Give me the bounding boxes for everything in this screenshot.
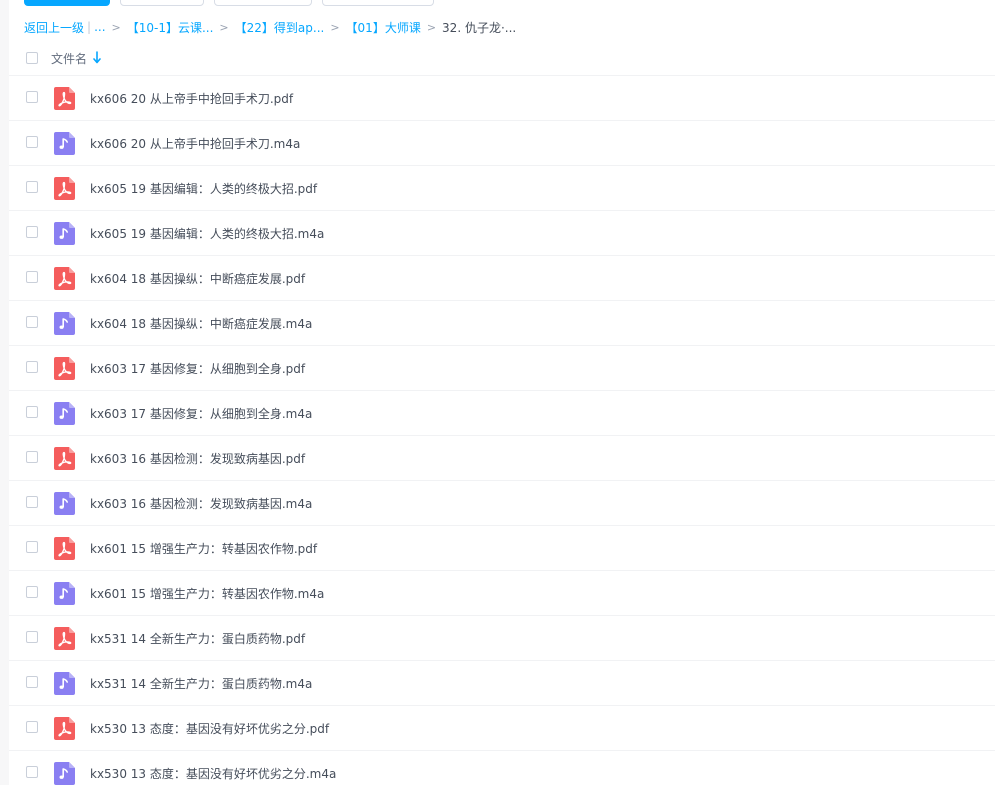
pdf-file-icon xyxy=(54,627,75,650)
breadcrumb-item-3[interactable]: 【01】大师课 xyxy=(346,19,421,36)
sort-arrow-down-icon[interactable] xyxy=(93,51,101,64)
file-row-checkbox[interactable] xyxy=(26,676,38,688)
breadcrumb-current: 32. 仇子龙·... xyxy=(442,20,517,35)
toolbar-button-2[interactable] xyxy=(120,0,204,6)
file-row[interactable]: kx531 14 全新生产力：蛋白质药物.pdf xyxy=(9,616,995,661)
file-list: kx606 20 从上帝手中抢回手术刀.pdf kx606 20 从上帝手中抢回… xyxy=(9,76,995,785)
breadcrumb-back-link[interactable]: 返回上一级 xyxy=(24,19,84,36)
file-row[interactable]: kx603 17 基因修复：从细胞到全身.pdf xyxy=(9,346,995,391)
file-name[interactable]: kx531 14 全新生产力：蛋白质药物.m4a xyxy=(90,675,312,692)
breadcrumb-item-2[interactable]: 【22】得到ap... xyxy=(235,19,325,36)
toolbar xyxy=(0,0,995,8)
file-row[interactable]: kx603 16 基因检测：发现致病基因.pdf xyxy=(9,436,995,481)
file-name[interactable]: kx603 16 基因检测：发现致病基因.pdf xyxy=(90,450,305,467)
file-row[interactable]: kx530 13 态度：基因没有好坏优劣之分.pdf xyxy=(9,706,995,751)
audio-file-icon xyxy=(54,672,75,695)
select-all-checkbox[interactable] xyxy=(26,52,38,64)
audio-file-icon xyxy=(54,312,75,335)
audio-file-icon xyxy=(54,582,75,605)
audio-file-icon xyxy=(54,222,75,245)
file-row[interactable]: kx605 19 基因编辑：人类的终极大招.pdf xyxy=(9,166,995,211)
file-row-checkbox[interactable] xyxy=(26,406,38,418)
file-name[interactable]: kx601 15 增强生产力：转基因农作物.m4a xyxy=(90,585,324,602)
file-row-checkbox[interactable] xyxy=(26,631,38,643)
pdf-file-icon xyxy=(54,87,75,110)
breadcrumb: 返回上一级 | ... > 【10-1】云课... > 【22】得到ap... … xyxy=(24,17,516,37)
file-row-checkbox[interactable] xyxy=(26,271,38,283)
audio-file-icon xyxy=(54,402,75,425)
file-row-checkbox[interactable] xyxy=(26,226,38,238)
file-row-checkbox[interactable] xyxy=(26,721,38,733)
file-row-checkbox[interactable] xyxy=(26,361,38,373)
file-row[interactable]: kx604 18 基因操纵：中断癌症发展.pdf xyxy=(9,256,995,301)
file-name[interactable]: kx601 15 增强生产力：转基因农作物.pdf xyxy=(90,540,317,557)
file-name[interactable]: kx603 16 基因检测：发现致病基因.m4a xyxy=(90,495,312,512)
file-row-checkbox[interactable] xyxy=(26,586,38,598)
file-row[interactable]: kx606 20 从上帝手中抢回手术刀.pdf xyxy=(9,76,995,121)
file-row-checkbox[interactable] xyxy=(26,91,38,103)
file-row-checkbox[interactable] xyxy=(26,451,38,463)
audio-file-icon xyxy=(54,132,75,155)
audio-file-icon xyxy=(54,762,75,785)
file-row-checkbox[interactable] xyxy=(26,496,38,508)
left-rail xyxy=(0,0,9,785)
file-row-checkbox[interactable] xyxy=(26,181,38,193)
file-name[interactable]: kx530 13 态度：基因没有好坏优劣之分.pdf xyxy=(90,720,329,737)
column-header-filename[interactable]: 文件名 xyxy=(51,50,87,67)
file-name[interactable]: kx531 14 全新生产力：蛋白质药物.pdf xyxy=(90,630,305,647)
file-row[interactable]: kx601 15 增强生产力：转基因农作物.m4a xyxy=(9,571,995,616)
pdf-file-icon xyxy=(54,537,75,560)
file-name[interactable]: kx603 17 基因修复：从细胞到全身.m4a xyxy=(90,405,312,422)
file-row-checkbox[interactable] xyxy=(26,136,38,148)
breadcrumb-divider: | xyxy=(87,20,92,34)
pdf-file-icon xyxy=(54,447,75,470)
file-row[interactable]: kx603 16 基因检测：发现致病基因.m4a xyxy=(9,481,995,526)
pdf-file-icon xyxy=(54,267,75,290)
toolbar-button-4[interactable] xyxy=(322,0,434,6)
file-name[interactable]: kx604 18 基因操纵：中断癌症发展.m4a xyxy=(90,315,312,332)
file-row[interactable]: kx601 15 增强生产力：转基因农作物.pdf xyxy=(9,526,995,571)
file-row[interactable]: kx531 14 全新生产力：蛋白质药物.m4a xyxy=(9,661,995,706)
file-row[interactable]: kx604 18 基因操纵：中断癌症发展.m4a xyxy=(9,301,995,346)
file-row[interactable]: kx530 13 态度：基因没有好坏优劣之分.m4a xyxy=(9,751,995,785)
breadcrumb-chevron-icon: > xyxy=(219,20,229,34)
breadcrumb-item-1[interactable]: 【10-1】云课... xyxy=(127,19,214,36)
file-name[interactable]: kx605 19 基因编辑：人类的终极大招.m4a xyxy=(90,225,324,242)
file-row[interactable]: kx606 20 从上帝手中抢回手术刀.m4a xyxy=(9,121,995,166)
file-name[interactable]: kx606 20 从上帝手中抢回手术刀.pdf xyxy=(90,90,293,107)
breadcrumb-chevron-icon: > xyxy=(111,20,121,34)
breadcrumb-chevron-icon: > xyxy=(330,20,340,34)
file-browser-page: 返回上一级 | ... > 【10-1】云课... > 【22】得到ap... … xyxy=(0,0,995,785)
breadcrumb-ellipsis[interactable]: ... xyxy=(94,20,105,34)
file-name[interactable]: kx605 19 基因编辑：人类的终极大招.pdf xyxy=(90,180,317,197)
file-row-checkbox[interactable] xyxy=(26,766,38,778)
audio-file-icon xyxy=(54,492,75,515)
list-header: 文件名 xyxy=(9,40,995,76)
file-row-checkbox[interactable] xyxy=(26,316,38,328)
file-row-checkbox[interactable] xyxy=(26,541,38,553)
file-name[interactable]: kx606 20 从上帝手中抢回手术刀.m4a xyxy=(90,135,300,152)
file-name[interactable]: kx603 17 基因修复：从细胞到全身.pdf xyxy=(90,360,305,377)
file-row[interactable]: kx605 19 基因编辑：人类的终极大招.m4a xyxy=(9,211,995,256)
pdf-file-icon xyxy=(54,717,75,740)
pdf-file-icon xyxy=(54,357,75,380)
file-row[interactable]: kx603 17 基因修复：从细胞到全身.m4a xyxy=(9,391,995,436)
toolbar-primary-button[interactable] xyxy=(24,0,110,6)
pdf-file-icon xyxy=(54,177,75,200)
file-name[interactable]: kx530 13 态度：基因没有好坏优劣之分.m4a xyxy=(90,765,336,782)
file-name[interactable]: kx604 18 基因操纵：中断癌症发展.pdf xyxy=(90,270,305,287)
breadcrumb-chevron-icon: > xyxy=(426,20,437,34)
toolbar-button-3[interactable] xyxy=(214,0,312,6)
